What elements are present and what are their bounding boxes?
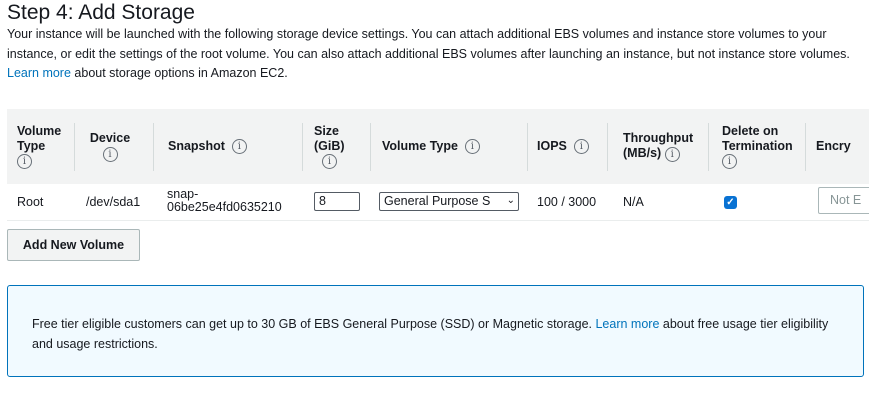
- learn-more-storage-link[interactable]: Learn more: [7, 66, 71, 80]
- header-throughput: Throughput (MB/s) i: [623, 109, 708, 184]
- header-delete-on-termination: Delete on Termination i: [722, 109, 807, 184]
- header-volume-type-label: Volume Type: [17, 123, 62, 153]
- intro-text: Your instance will be launched with the …: [7, 27, 850, 61]
- intro-paragraph: Your instance will be launched with the …: [7, 25, 857, 84]
- cell-snapshot: snap-06be25e4fd0635210: [167, 187, 282, 214]
- free-tier-notice: Free tier eligible customers can get up …: [7, 285, 864, 377]
- column-separator: [607, 123, 608, 171]
- header-device-label: Device: [89, 131, 131, 146]
- header-snapshot: Snapshot i: [168, 109, 298, 184]
- volume-type-select-value: General Purpose S: [384, 194, 491, 208]
- add-new-volume-button[interactable]: Add New Volume: [7, 229, 140, 261]
- cell-device: /dev/sda1: [86, 195, 141, 209]
- cell-volume-type: Root: [17, 195, 44, 209]
- notice-text-block: Free tier eligible customers can get up …: [32, 314, 842, 354]
- page-title: Step 4: Add Storage: [7, 1, 195, 24]
- column-separator: [370, 123, 371, 171]
- info-icon[interactable]: i: [722, 154, 737, 170]
- column-separator: [708, 123, 709, 171]
- info-icon[interactable]: i: [464, 139, 480, 154]
- encryption-select[interactable]: Not E: [818, 187, 869, 214]
- header-delete-on-termination-label: Delete on Termination: [722, 123, 793, 153]
- column-separator: [805, 123, 806, 171]
- header-ebs-volume-type-label: Volume Type: [382, 139, 458, 153]
- row-divider: [7, 220, 869, 221]
- column-separator: [74, 123, 75, 171]
- info-icon[interactable]: i: [102, 146, 118, 162]
- header-encryption-label: Encry: [816, 139, 851, 153]
- volume-type-select[interactable]: General Purpose S ⌄: [379, 192, 519, 211]
- header-device: Device i: [87, 109, 157, 184]
- header-ebs-volume-type: Volume Type i: [382, 109, 532, 184]
- column-separator: [527, 123, 528, 171]
- header-encryption: Encry: [816, 109, 869, 184]
- size-input[interactable]: 8: [314, 192, 360, 211]
- header-throughput-label: Throughput (MB/s): [623, 131, 694, 161]
- info-icon[interactable]: i: [17, 154, 32, 170]
- learn-more-free-tier-link[interactable]: Learn more: [595, 317, 659, 331]
- header-snapshot-label: Snapshot: [168, 139, 225, 153]
- header-size: Size (GiB) i: [314, 109, 364, 184]
- info-icon[interactable]: i: [231, 139, 247, 154]
- info-icon[interactable]: i: [664, 146, 680, 162]
- header-iops: IOPS i: [537, 109, 612, 184]
- info-icon[interactable]: i: [322, 154, 337, 170]
- cell-iops: 100 / 3000: [537, 195, 597, 209]
- column-separator: [153, 123, 154, 171]
- intro-suffix: about storage options in Amazon EC2.: [74, 66, 288, 80]
- header-iops-label: IOPS: [537, 139, 567, 153]
- header-volume-type: Volume Type i: [17, 109, 75, 184]
- info-icon[interactable]: i: [573, 139, 589, 154]
- chevron-down-icon: ⌄: [506, 195, 515, 206]
- column-separator: [302, 123, 303, 171]
- delete-on-termination-checkbox[interactable]: ✓: [724, 196, 737, 209]
- cell-throughput: N/A: [623, 195, 644, 209]
- header-size-label: Size (GiB): [314, 123, 345, 153]
- storage-table: Volume Type i Device i Snapshot i Size (Gi…: [7, 109, 869, 221]
- notice-text: Free tier eligible customers can get up …: [32, 317, 592, 331]
